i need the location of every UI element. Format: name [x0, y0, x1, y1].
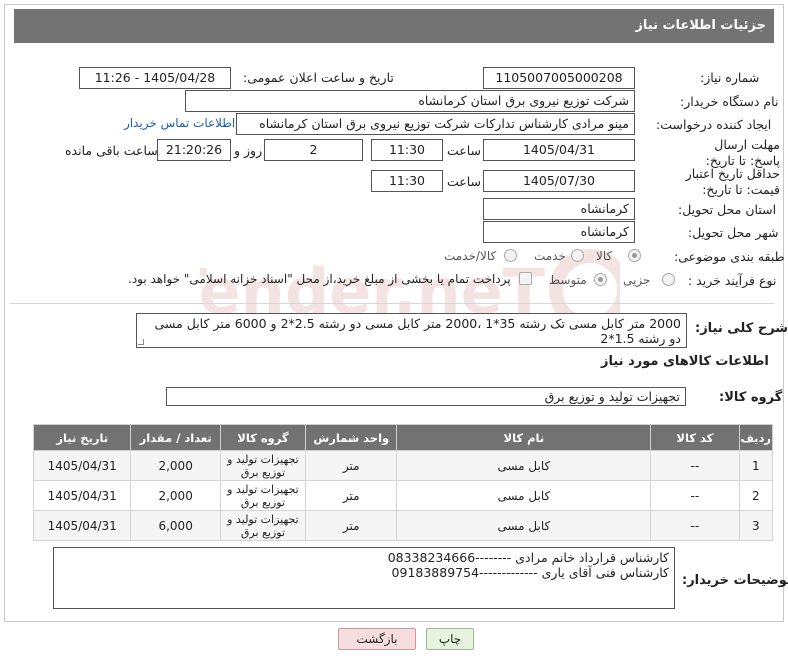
goods-group-field[interactable]: تجهیزات تولید و توزیع برق: [166, 387, 686, 406]
section-divider: [10, 303, 774, 304]
treasury-payment-checkbox[interactable]: [519, 272, 532, 285]
price-validity-time-label: ساعت: [447, 174, 482, 189]
print-button[interactable]: چاپ: [426, 628, 474, 650]
cell-row: 2: [738, 480, 774, 511]
back-button[interactable]: بازگشت: [338, 628, 416, 650]
col-qty: تعداد / مقدار: [130, 424, 221, 451]
process-radio-minor[interactable]: [662, 273, 675, 286]
need-number-label: شماره نیاز:: [700, 70, 760, 85]
buyer-contact-link[interactable]: اطلاعات تماس خریدار: [124, 116, 235, 130]
cell-group: تجهیزات تولید و توزیع برق: [219, 510, 307, 541]
delivery-city-label: شهر محل تحویل:: [688, 225, 779, 240]
remaining-time-label: ساعت باقی مانده: [65, 143, 158, 158]
cell-name: کابل مسی: [396, 450, 652, 481]
table-row[interactable]: 1 -- کابل مسی متر تجهیزات تولید و توزیع …: [32, 450, 774, 481]
buyer-notes-line-1: کارشناس قرارداد خانم مرادی --------08338…: [387, 550, 669, 565]
description-textarea[interactable]: 2000 متر کابل مسی تک رشته 35*1 ،2000 متر…: [136, 313, 687, 348]
col-group: گروه کالا: [219, 424, 307, 451]
delivery-city-field[interactable]: کرمانشاه: [483, 221, 635, 243]
delivery-province-label: استان محل تحویل:: [678, 202, 777, 217]
description-label: شرح کلی نیاز:: [695, 321, 788, 336]
process-option-medium: متوسط: [549, 273, 587, 287]
buyer-notes-line-2: کارشناس فنی آقای یاری -------------09183…: [391, 565, 669, 580]
cell-date: 1405/04/31: [32, 450, 132, 481]
col-row: ردیف: [738, 424, 774, 451]
buyer-notes-label: توضیحات خریدار:: [682, 573, 788, 588]
cell-code: --: [650, 450, 740, 481]
cell-qty: 6,000: [130, 510, 221, 541]
process-option-minor: جزیی: [623, 273, 651, 287]
col-name: نام کالا: [396, 424, 652, 451]
cell-date: 1405/04/31: [32, 480, 132, 511]
col-unit: واحد شمارش: [305, 424, 398, 451]
cell-unit: متر: [305, 510, 398, 541]
delivery-province-field[interactable]: کرمانشاه: [483, 198, 635, 220]
cell-date: 1405/04/31: [32, 510, 132, 541]
cell-name: کابل مسی: [396, 510, 652, 541]
buyer-org-label: نام دستگاه خریدار:: [680, 94, 779, 109]
need-number-field[interactable]: 1105007005000208: [483, 67, 635, 89]
cell-code: --: [650, 510, 740, 541]
panel-title: جزئیات اطلاعات نیاز: [14, 9, 774, 43]
category-option-goods: کالا: [596, 249, 613, 263]
cell-row: 1: [738, 450, 774, 481]
reply-days-label: روز و: [234, 143, 263, 158]
cell-qty: 2,000: [130, 450, 221, 481]
table-row[interactable]: 3 -- کابل مسی متر تجهیزات تولید و توزیع …: [32, 510, 774, 541]
reply-time-field[interactable]: 11:30: [371, 139, 443, 161]
announce-date-field[interactable]: 1405/04/28 - 11:26: [79, 67, 231, 89]
remaining-time-field[interactable]: 21:20:26: [157, 139, 231, 161]
col-date: تاریخ نیاز: [32, 424, 132, 451]
col-code: کد کالا: [650, 424, 740, 451]
price-validity-label: حداقل تاریخ اعتبار قیمت: تا تاریخ:: [685, 166, 780, 197]
goods-table: ردیف کد کالا نام کالا واحد شمارش گروه کا…: [32, 424, 774, 541]
category-option-goods-service: کالا/خدمت: [444, 249, 497, 263]
goods-group-label: گروه کالا:: [719, 390, 783, 405]
requester-field[interactable]: مینو مرادی کارشناس تدارکات شرکت توزیع نی…: [236, 113, 635, 135]
category-label: طبقه بندی موضوعی:: [674, 249, 785, 264]
reply-deadline-label: مهلت ارسال پاسخ: تا تاریخ:: [705, 137, 780, 168]
reply-time-label: ساعت: [447, 143, 482, 158]
resize-handle[interactable]: [138, 339, 144, 345]
cell-unit: متر: [305, 480, 398, 511]
buyer-notes-textarea[interactable]: کارشناس قرارداد خانم مرادی --------08338…: [53, 547, 675, 609]
cell-qty: 2,000: [130, 480, 221, 511]
cell-name: کابل مسی: [396, 480, 652, 511]
goods-table-header: ردیف کد کالا نام کالا واحد شمارش گروه کا…: [32, 424, 774, 451]
treasury-payment-note: پرداخت تمام یا بخشی از مبلغ خرید،از محل …: [128, 272, 511, 286]
price-validity-date-field[interactable]: 1405/07/30: [483, 170, 635, 192]
price-validity-time-field[interactable]: 11:30: [371, 170, 443, 192]
reply-date-field[interactable]: 1405/04/31: [483, 139, 635, 161]
buyer-org-field[interactable]: شرکت توزیع نیروی برق استان کرمانشاه: [185, 90, 635, 112]
category-option-service: خدمت: [534, 249, 566, 263]
process-type-label: نوع فرآیند خرید :: [688, 273, 777, 288]
cell-code: --: [650, 480, 740, 511]
cell-group: تجهیزات تولید و توزیع برق: [219, 450, 307, 481]
requester-label: ایجاد کننده درخواست:: [656, 117, 772, 132]
cell-group: تجهیزات تولید و توزیع برق: [219, 480, 307, 511]
cell-unit: متر: [305, 450, 398, 481]
announce-date-label: تاریخ و ساعت اعلان عمومی:: [243, 70, 394, 85]
category-radio-goods[interactable]: [628, 249, 641, 262]
category-radio-service[interactable]: [571, 249, 584, 262]
reply-days-field[interactable]: 2: [264, 139, 363, 161]
goods-section-title: اطلاعات کالاهای مورد نیاز: [601, 354, 769, 369]
category-radio-goods-service[interactable]: [504, 249, 517, 262]
cell-row: 3: [738, 510, 774, 541]
table-row[interactable]: 2 -- کابل مسی متر تجهیزات تولید و توزیع …: [32, 480, 774, 511]
process-radio-medium[interactable]: [594, 273, 607, 286]
